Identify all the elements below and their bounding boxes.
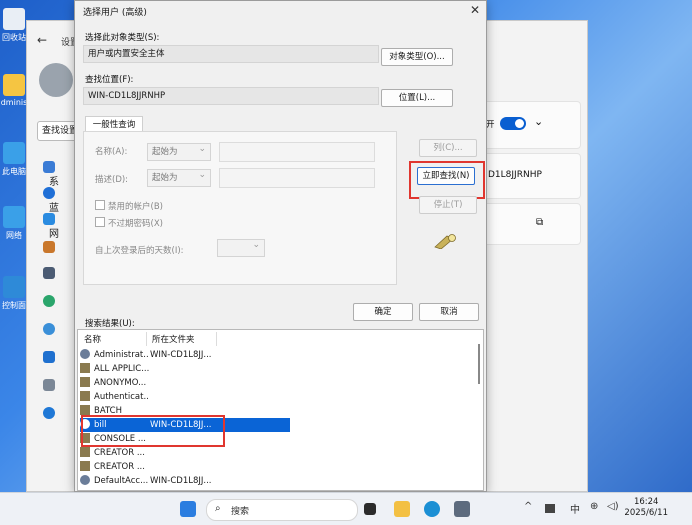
column-separator[interactable] xyxy=(216,332,217,346)
group-icon xyxy=(80,447,90,457)
column-header-folder[interactable]: 所在文件夹 xyxy=(152,333,195,345)
group-icon xyxy=(80,391,90,401)
device-icon[interactable] xyxy=(545,504,555,513)
refresh-icon xyxy=(43,407,55,419)
select-users-dialog: 选择用户 (高级) ✕ 选择此对象类型(S): 用户或内置安全主体 对象类型(O… xyxy=(74,0,487,492)
table-row[interactable]: Administrat... WIN-CD1L8JJ... xyxy=(80,348,290,362)
nav-item-accounts[interactable] xyxy=(43,295,69,313)
description-mode-select[interactable]: 起始为 xyxy=(147,167,211,187)
disabled-accounts-checkbox[interactable]: 禁用的帐户(B) xyxy=(95,200,163,212)
find-now-button[interactable]: 立即查找(N) xyxy=(417,167,475,185)
nav-item-bluetooth[interactable]: 蓝 xyxy=(43,187,69,214)
days-since-login-select[interactable] xyxy=(217,237,265,257)
nav-item-accessibility[interactable] xyxy=(43,351,69,369)
nav-item-update[interactable] xyxy=(43,407,69,425)
desktop-this-pc-icon[interactable]: 此电脑 xyxy=(0,142,28,177)
table-row[interactable]: CREATOR ... xyxy=(80,446,290,460)
results-label: 搜索结果(U): xyxy=(85,319,135,329)
group-icon xyxy=(80,461,90,471)
object-type-field: 用户或内置安全主体 xyxy=(83,45,379,63)
brush-icon xyxy=(43,241,55,253)
nav-item-system[interactable]: 系 xyxy=(43,161,69,188)
results-list[interactable]: 名称 所在文件夹 Administrat... WIN-CD1L8JJ... AL… xyxy=(77,329,484,491)
nav-item-privacy[interactable] xyxy=(43,379,69,397)
description-input[interactable] xyxy=(219,168,375,188)
shield-icon xyxy=(43,379,55,391)
wifi-icon xyxy=(43,213,55,225)
computer-name-card: D1L8JJRNHP xyxy=(483,153,581,199)
columns-button[interactable]: 列(C)... xyxy=(419,139,477,157)
close-icon[interactable]: ✕ xyxy=(470,3,480,17)
network-globe-icon[interactable]: ⊕ xyxy=(590,501,598,512)
desktop-recycle-bin-icon[interactable]: 回收站 xyxy=(0,8,28,43)
search-icon: ⌕ xyxy=(215,503,221,514)
settings-gear-icon[interactable] xyxy=(454,501,470,517)
start-icon[interactable] xyxy=(180,501,196,517)
ok-button[interactable]: 确定 xyxy=(353,303,413,321)
task-view-icon[interactable] xyxy=(364,503,376,515)
table-row[interactable]: Authenticat... xyxy=(80,390,290,404)
monitor-icon xyxy=(43,161,55,173)
table-row[interactable]: DefaultAcc... WIN-CD1L8JJ... xyxy=(80,474,290,488)
object-types-button[interactable]: 对象类型(O)... xyxy=(381,48,453,66)
location-field: WIN-CD1L8JJRNHP xyxy=(83,87,379,105)
cancel-button[interactable]: 取消 xyxy=(419,303,479,321)
desktop-network-icon[interactable]: 网络 xyxy=(0,206,28,241)
accessibility-icon xyxy=(43,351,55,363)
external-link-icon: ⧉ xyxy=(536,217,544,228)
taskbar: ⌕ 搜索 ^ 中 ⊕ ◁) 16:24 2025/6/11 xyxy=(0,492,692,525)
description-label: 描述(D): xyxy=(95,175,129,185)
bluetooth-icon xyxy=(43,187,55,199)
stop-button[interactable]: 停止(T) xyxy=(419,196,477,214)
person-icon xyxy=(43,295,55,307)
group-icon xyxy=(80,405,90,415)
file-explorer-icon[interactable] xyxy=(394,501,410,517)
link-card[interactable]: ⧉ xyxy=(483,203,581,245)
group-icon xyxy=(80,377,90,387)
nav-item-apps[interactable] xyxy=(43,267,69,285)
user-icon xyxy=(80,475,90,485)
table-row[interactable]: ANONYMO... xyxy=(80,376,290,390)
search-flashlight-icon xyxy=(433,233,459,250)
back-arrow-icon[interactable]: ← xyxy=(37,33,47,47)
name-mode-select[interactable]: 起始为 xyxy=(147,141,211,161)
nav-item-personalization[interactable] xyxy=(43,241,69,259)
non-expiring-password-checkbox[interactable]: 不过期密码(X) xyxy=(95,217,163,229)
globe-icon xyxy=(43,323,55,335)
chevron-up-icon[interactable]: ^ xyxy=(524,501,532,512)
days-since-login-label: 自上次登录后的天数(I): xyxy=(95,246,184,256)
nav-item-network[interactable]: 网 xyxy=(43,213,69,240)
system-clock[interactable]: 16:24 2025/6/11 xyxy=(624,497,668,519)
volume-icon[interactable]: ◁) xyxy=(607,501,619,512)
edge-icon[interactable] xyxy=(424,501,440,517)
taskbar-search[interactable]: ⌕ 搜索 xyxy=(206,499,358,521)
bill-row-highlight xyxy=(81,415,225,447)
locations-button[interactable]: 位置(L)... xyxy=(381,89,453,107)
name-input[interactable] xyxy=(219,142,375,162)
apps-icon xyxy=(43,267,55,279)
desktop-admin-folder-icon[interactable]: dminis xyxy=(0,74,28,107)
chevron-down-icon[interactable]: ⌄ xyxy=(534,115,543,128)
column-header-name[interactable]: 名称 xyxy=(84,333,101,345)
dialog-title: 选择用户 (高级) xyxy=(83,8,147,18)
desktop-control-panel-icon[interactable]: 控制面 xyxy=(0,276,28,311)
group-icon xyxy=(80,363,90,373)
ime-indicator[interactable]: 中 xyxy=(570,501,580,516)
toggle-card: 开 ⌄ xyxy=(483,101,581,149)
column-separator[interactable] xyxy=(146,332,147,346)
table-row[interactable]: CREATOR ... xyxy=(80,460,290,474)
results-scrollbar[interactable] xyxy=(478,344,480,384)
setting-toggle[interactable] xyxy=(500,117,526,130)
object-type-label: 选择此对象类型(S): xyxy=(85,33,160,43)
user-icon xyxy=(80,349,90,359)
location-label: 查找位置(F): xyxy=(85,75,134,85)
table-row[interactable]: ALL APPLIC... xyxy=(80,362,290,376)
name-label: 名称(A): xyxy=(95,147,128,157)
nav-item-time-language[interactable] xyxy=(43,323,69,341)
user-avatar xyxy=(39,63,73,97)
